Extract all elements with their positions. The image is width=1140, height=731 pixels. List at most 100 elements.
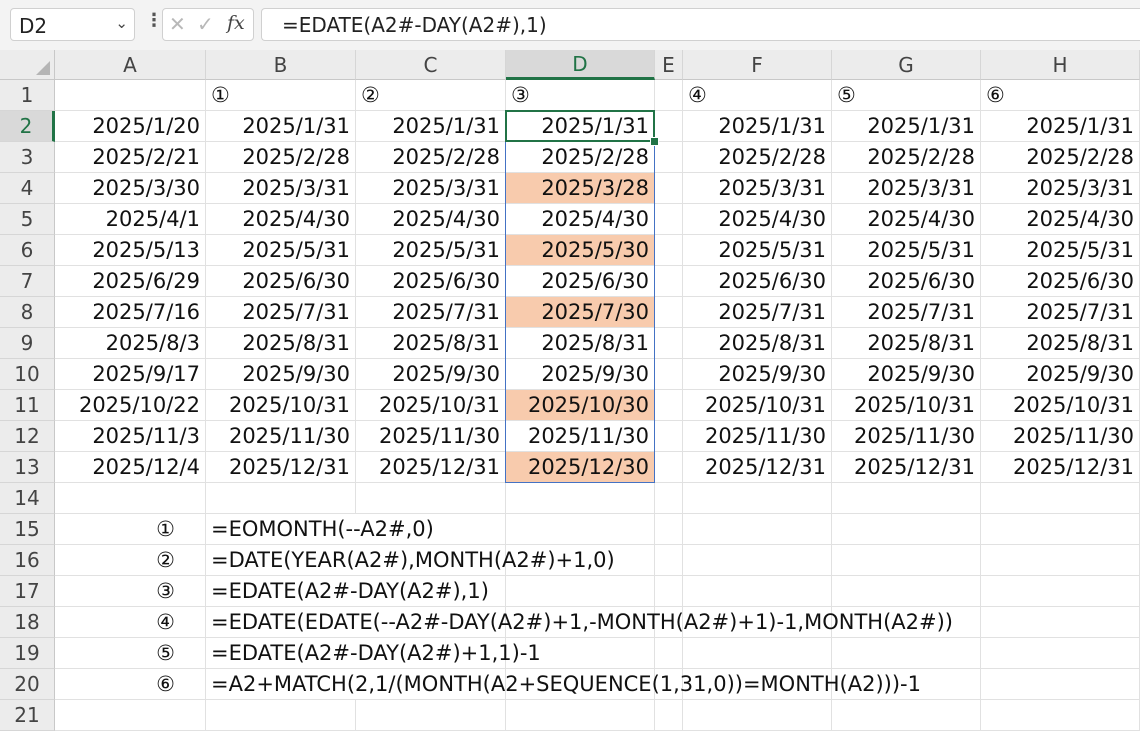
cell-c2[interactable]: 2025/1/31 — [356, 111, 506, 142]
cell-h3[interactable]: 2025/2/28 — [981, 142, 1140, 173]
cell-c4[interactable]: 2025/3/31 — [356, 173, 506, 204]
column-header-f[interactable]: F — [683, 50, 832, 80]
cell-h21[interactable] — [981, 700, 1140, 731]
cell-a10[interactable]: 2025/9/17 — [55, 359, 206, 390]
cell-e15[interactable] — [655, 514, 683, 545]
cell-h20[interactable] — [981, 669, 1140, 700]
cell-a3[interactable]: 2025/2/21 — [55, 142, 206, 173]
cell-h15[interactable] — [981, 514, 1140, 545]
cell-g12[interactable]: 2025/11/30 — [832, 421, 981, 452]
formula-note-marker[interactable]: ⑥ — [55, 669, 206, 700]
fill-handle[interactable] — [650, 137, 659, 146]
cell-header-marker[interactable]: ⑤ — [832, 80, 981, 111]
row-header-2[interactable]: 2 — [0, 111, 55, 142]
cell-b5[interactable]: 2025/4/30 — [206, 204, 356, 235]
cell-e8[interactable] — [655, 297, 683, 328]
formula-note-text[interactable]: =EDATE(EDATE(--A2#-DAY(A2#)+1,-MONTH(A2#… — [206, 607, 953, 638]
cell-g21[interactable] — [832, 700, 981, 731]
column-header-h[interactable]: H — [981, 50, 1140, 80]
cell-f4[interactable]: 2025/3/31 — [683, 173, 832, 204]
cell-f3[interactable]: 2025/2/28 — [683, 142, 832, 173]
cell-d2[interactable]: 2025/1/31 — [506, 111, 655, 142]
row-header-3[interactable]: 3 — [0, 142, 55, 173]
row-header-10[interactable]: 10 — [0, 359, 55, 390]
cell-c14[interactable] — [356, 483, 506, 514]
cell-header-marker[interactable]: ① — [206, 80, 356, 111]
cell-header-marker[interactable]: ② — [356, 80, 506, 111]
cell-h2[interactable]: 2025/1/31 — [981, 111, 1140, 142]
cell-a4[interactable]: 2025/3/30 — [55, 173, 206, 204]
cell-g2[interactable]: 2025/1/31 — [832, 111, 981, 142]
cell-g9[interactable]: 2025/8/31 — [832, 328, 981, 359]
row-header-16[interactable]: 16 — [0, 545, 55, 576]
cell-b12[interactable]: 2025/11/30 — [206, 421, 356, 452]
cell-g8[interactable]: 2025/7/31 — [832, 297, 981, 328]
cell-a2[interactable]: 2025/1/20 — [55, 111, 206, 142]
formula-note-marker[interactable]: ① — [55, 514, 206, 545]
cell-e16[interactable] — [655, 545, 683, 576]
cell-d4[interactable]: 2025/3/28 — [506, 173, 655, 204]
cell-f7[interactable]: 2025/6/30 — [683, 266, 832, 297]
cell-b3[interactable]: 2025/2/28 — [206, 142, 356, 173]
formula-note-text[interactable]: =EOMONTH(--A2#,0) — [206, 514, 434, 545]
cell-header-marker[interactable] — [655, 80, 683, 111]
cell-h12[interactable]: 2025/11/30 — [981, 421, 1140, 452]
cell-d5[interactable]: 2025/4/30 — [506, 204, 655, 235]
cell-h14[interactable] — [981, 483, 1140, 514]
cell-g3[interactable]: 2025/2/28 — [832, 142, 981, 173]
cell-b7[interactable]: 2025/6/30 — [206, 266, 356, 297]
cell-e4[interactable] — [655, 173, 683, 204]
cell-h4[interactable]: 2025/3/31 — [981, 173, 1140, 204]
formula-note-text[interactable]: =A2+MATCH(2,1/(MONTH(A2+SEQUENCE(1,31,0)… — [206, 669, 921, 700]
cell-d10[interactable]: 2025/9/30 — [506, 359, 655, 390]
cell-h7[interactable]: 2025/6/30 — [981, 266, 1140, 297]
cell-d14[interactable] — [506, 483, 655, 514]
column-header-a[interactable]: A — [55, 50, 206, 80]
cell-c11[interactable]: 2025/10/31 — [356, 390, 506, 421]
column-header-d[interactable]: D — [506, 50, 655, 80]
cell-d7[interactable]: 2025/6/30 — [506, 266, 655, 297]
row-header-4[interactable]: 4 — [0, 173, 55, 204]
cell-e14[interactable] — [655, 483, 683, 514]
select-all-corner[interactable] — [0, 50, 55, 80]
row-header-9[interactable]: 9 — [0, 328, 55, 359]
cell-f13[interactable]: 2025/12/31 — [683, 452, 832, 483]
cell-a8[interactable]: 2025/7/16 — [55, 297, 206, 328]
cell-e6[interactable] — [655, 235, 683, 266]
cell-c10[interactable]: 2025/9/30 — [356, 359, 506, 390]
cell-f12[interactable]: 2025/11/30 — [683, 421, 832, 452]
cell-header-marker[interactable]: ③ — [506, 80, 655, 111]
cell-e7[interactable] — [655, 266, 683, 297]
cell-d11[interactable]: 2025/10/30 — [506, 390, 655, 421]
cell-f10[interactable]: 2025/9/30 — [683, 359, 832, 390]
cell-h5[interactable]: 2025/4/30 — [981, 204, 1140, 235]
cell-b6[interactable]: 2025/5/31 — [206, 235, 356, 266]
column-header-g[interactable]: G — [832, 50, 981, 80]
cell-f2[interactable]: 2025/1/31 — [683, 111, 832, 142]
cell-h18[interactable] — [981, 607, 1140, 638]
cell-b4[interactable]: 2025/3/31 — [206, 173, 356, 204]
cell-c5[interactable]: 2025/4/30 — [356, 204, 506, 235]
cell-c6[interactable]: 2025/5/31 — [356, 235, 506, 266]
cell-f21[interactable] — [683, 700, 832, 731]
row-header-21[interactable]: 21 — [0, 700, 55, 731]
name-box-value[interactable]: D2 — [19, 14, 47, 38]
cell-header-marker[interactable]: ⑥ — [981, 80, 1140, 111]
cell-c13[interactable]: 2025/12/31 — [356, 452, 506, 483]
row-header-20[interactable]: 20 — [0, 669, 55, 700]
cell-h11[interactable]: 2025/10/31 — [981, 390, 1140, 421]
cell-h17[interactable] — [981, 576, 1140, 607]
cell-b14[interactable] — [206, 483, 356, 514]
cell-a11[interactable]: 2025/10/22 — [55, 390, 206, 421]
cell-f17[interactable] — [683, 576, 832, 607]
cell-f19[interactable] — [683, 638, 832, 669]
cell-b9[interactable]: 2025/8/31 — [206, 328, 356, 359]
cell-g15[interactable] — [832, 514, 981, 545]
cell-h8[interactable]: 2025/7/31 — [981, 297, 1140, 328]
check-icon[interactable]: ✓ — [197, 12, 214, 36]
cancel-icon[interactable]: ✕ — [169, 12, 186, 36]
chevron-down-icon[interactable]: ⌄ — [115, 14, 128, 32]
cell-e19[interactable] — [655, 638, 683, 669]
column-header-b[interactable]: B — [206, 50, 356, 80]
cell-a5[interactable]: 2025/4/1 — [55, 204, 206, 235]
